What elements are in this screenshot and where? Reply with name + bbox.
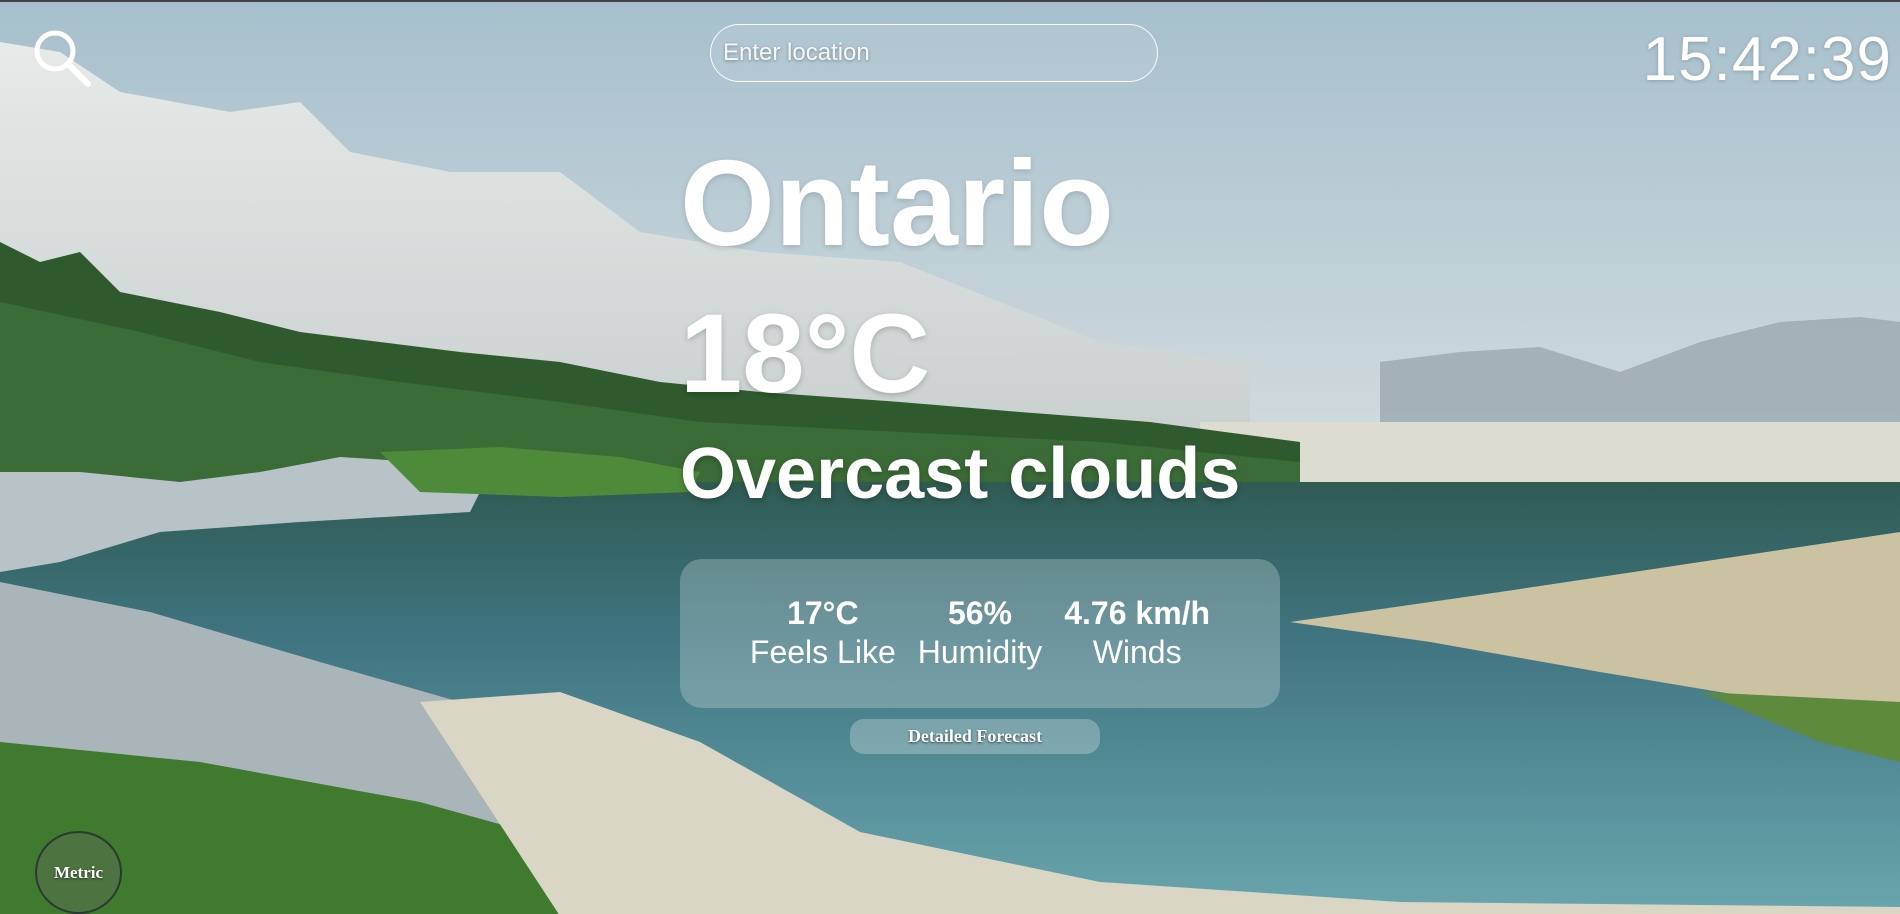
humidity-label: Humidity — [917, 633, 1043, 670]
winds-stat: 4.76 km/h Winds — [1062, 594, 1212, 674]
weather-app: 15:42:39 Ontario 18°C Overcast clouds 17… — [0, 0, 1900, 914]
feels-like-value: 17°C — [787, 594, 859, 631]
humidity-value: 56% — [947, 594, 1012, 631]
weather-condition: Overcast clouds — [680, 434, 1241, 514]
detailed-forecast-button[interactable]: Detailed Forecast — [850, 719, 1100, 754]
feels-like-label: Feels Like — [749, 633, 896, 670]
city-name: Ontario — [680, 135, 1114, 271]
feels-like-stat: 17°C Feels Like — [748, 594, 898, 674]
search-icon[interactable] — [30, 26, 94, 90]
location-search-input[interactable] — [710, 24, 1158, 82]
winds-label: Winds — [1092, 633, 1182, 670]
current-temperature: 18°C — [680, 291, 931, 416]
humidity-stat: 56% Humidity — [916, 594, 1044, 674]
winds-value: 4.76 km/h — [1064, 594, 1211, 631]
weather-stats-panel: 17°C Feels Like 56% Humidity 4.76 km/h W… — [680, 559, 1280, 708]
clock: 15:42:39 — [1642, 25, 1892, 94]
unit-toggle-button[interactable]: Metric — [35, 831, 122, 914]
